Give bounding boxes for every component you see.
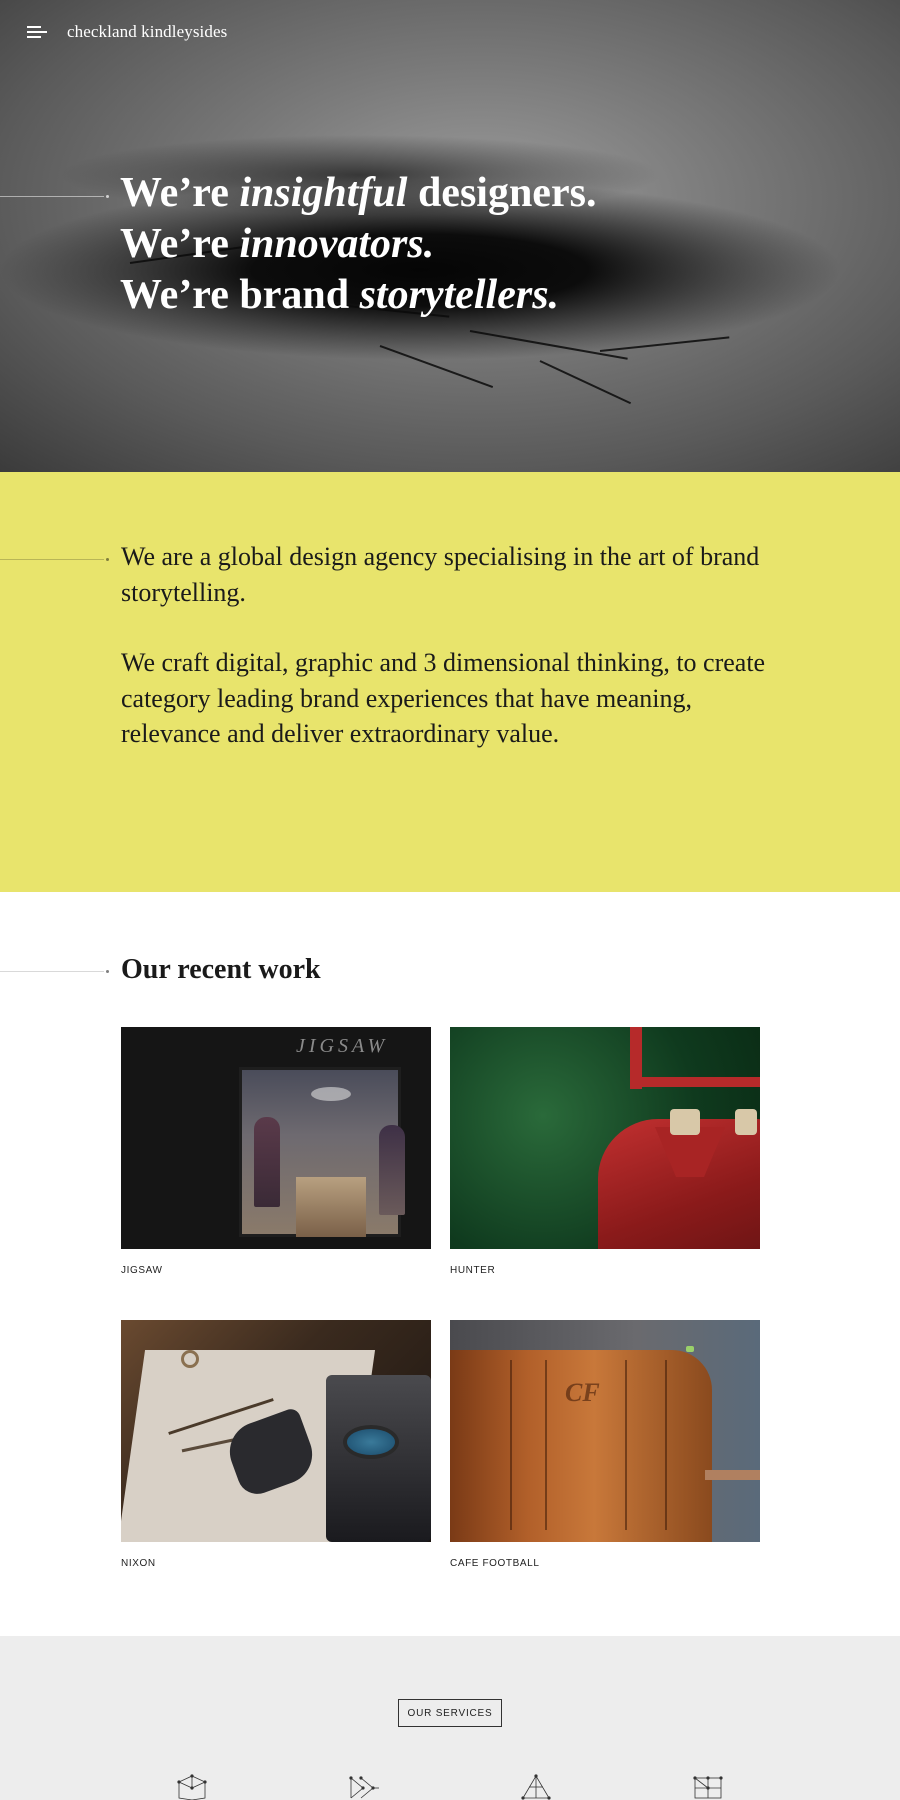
work-caption-hunter[interactable]: HUNTER [450,1265,760,1276]
arrows-network-icon [347,1774,381,1800]
work-caption-jigsaw[interactable]: JIGSAW [121,1265,431,1276]
intro-divider-line [0,559,104,560]
hero-divider-dot [106,195,109,198]
recent-work-section: Our recent work JIGSAW JIGSAW HUNTER NIX… [0,892,900,1636]
hero-divider-line [0,196,104,197]
cube-network-icon [175,1774,209,1800]
cafe-football-chair-image[interactable]: CF [450,1320,760,1542]
intro-paragraph-2: We craft digital, graphic and 3 dimensio… [121,648,766,748]
work-divider-dot [106,970,109,973]
cafe-football-mark: CF [565,1378,600,1407]
nixon-workshop-image[interactable] [121,1320,431,1542]
hero-line-1: We’re insightful designers. [120,170,597,216]
our-services-button[interactable]: OUR SERVICES [398,1699,502,1727]
jigsaw-store-sign: JIGSAW [296,1035,389,1057]
services-section: OUR SERVICES [0,1636,900,1800]
work-tile-jigsaw[interactable]: JIGSAW JIGSAW [121,1027,431,1276]
hunter-coat-image[interactable] [450,1027,760,1249]
intro-text: We are a global design agency specialisi… [121,539,781,752]
hamburger-menu-icon[interactable] [27,26,47,38]
triangle-network-icon [519,1774,553,1800]
jigsaw-store-image[interactable]: JIGSAW [121,1027,431,1249]
grid-network-icon [691,1774,725,1800]
hero-headline: We’re insightful designers. We’re innova… [120,168,596,321]
intro-divider-dot [106,558,109,561]
work-tile-hunter[interactable]: HUNTER [450,1027,760,1276]
work-caption-cafe-football[interactable]: CAFE FOOTBALL [450,1558,760,1569]
work-divider-line [0,971,104,972]
recent-work-title: Our recent work [121,954,321,985]
intro-paragraph-1: We are a global design agency specialisi… [121,542,760,607]
work-tile-nixon[interactable]: NIXON [121,1320,431,1569]
work-tile-cafe-football[interactable]: CF CAFE FOOTBALL [450,1320,760,1569]
hero-banner: checkland kindleysides We’re insightful … [0,0,900,472]
site-logo[interactable]: checkland kindleysides [67,22,227,42]
hero-line-2: We’re innovators. [120,221,435,267]
intro-section: We are a global design agency specialisi… [0,472,900,892]
hero-line-3: We’re brand storytellers. [120,272,560,318]
work-caption-nixon[interactable]: NIXON [121,1558,431,1569]
